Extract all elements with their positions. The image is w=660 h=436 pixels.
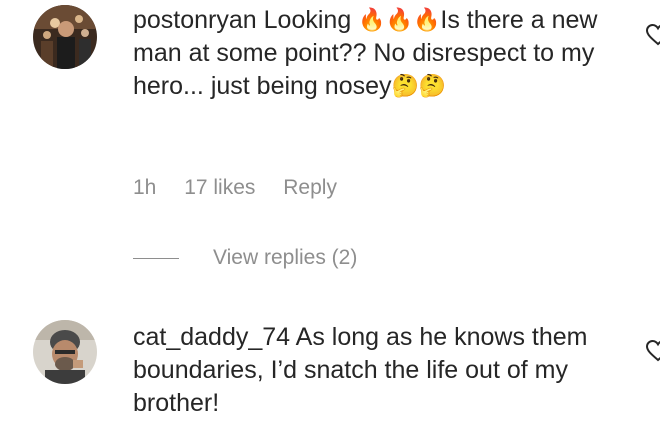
comment-text: Looking	[263, 6, 359, 34]
heart-outline-icon[interactable]	[645, 338, 660, 364]
view-replies-label[interactable]: View replies (2)	[213, 246, 357, 270]
avatar[interactable]	[33, 320, 97, 384]
comment-username[interactable]: postonryan	[133, 6, 257, 34]
comment-body: cat_daddy_74 As long as he knows them bo…	[133, 321, 633, 420]
comment-meta: 1h 17 likes Reply	[133, 176, 359, 200]
comment-likes[interactable]: 17 likes	[184, 176, 255, 199]
comments-list: postonryan Looking 🔥🔥🔥Is there a new man…	[0, 0, 660, 436]
comment-username[interactable]: cat_daddy_74	[133, 323, 290, 351]
fire-emoji: 🔥	[385, 7, 413, 32]
comment-body: postonryan Looking 🔥🔥🔥Is there a new man…	[133, 4, 633, 103]
heart-outline-icon[interactable]	[645, 22, 660, 48]
avatar[interactable]	[33, 5, 97, 69]
thinking-emoji: 🤔	[391, 73, 419, 98]
reply-button[interactable]: Reply	[283, 176, 337, 199]
thinking-emoji: 🤔	[418, 73, 447, 98]
replies-divider	[133, 257, 179, 259]
fire-emoji: 🔥	[358, 7, 386, 32]
view-replies-button[interactable]: View replies (2)	[133, 243, 357, 273]
fire-emoji: 🔥	[413, 7, 441, 32]
comment-time: 1h	[133, 176, 157, 199]
